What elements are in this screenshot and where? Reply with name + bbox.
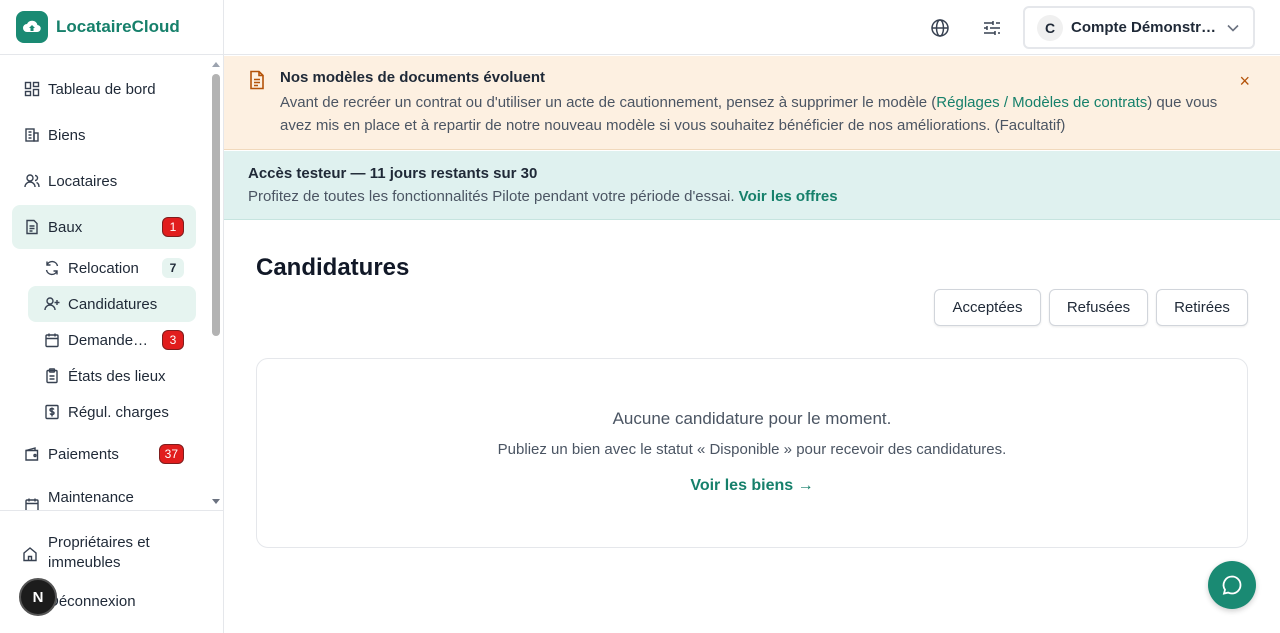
dollar-icon bbox=[44, 404, 60, 420]
sidebar: LocataireCloud Tableau de bord Biens Loc… bbox=[0, 0, 224, 633]
building-icon bbox=[24, 127, 40, 143]
sidebar-subitem-regul-charges[interactable]: Régul. charges bbox=[28, 394, 196, 430]
sidebar-subitem-etats-des-lieux[interactable]: États des lieux bbox=[28, 358, 196, 394]
sidebar-item-paiements[interactable]: Paiements 37 bbox=[12, 432, 196, 476]
trial-title: Accès testeur — 11 jours restants sur 30 bbox=[248, 165, 538, 182]
sidebar-subitem-relocation[interactable]: Relocation 7 bbox=[28, 250, 196, 286]
home-icon bbox=[22, 546, 38, 562]
scroll-down-arrow-icon[interactable] bbox=[212, 499, 220, 504]
banner-text: Avant de recréer un contrat ou d'utilise… bbox=[280, 91, 1240, 137]
sidebar-item-label: États des lieux bbox=[68, 367, 166, 385]
empty-state-title: Aucune candidature pour le moment. bbox=[612, 409, 892, 428]
user-plus-icon bbox=[44, 296, 60, 312]
account-name: Compte Démonstration bbox=[1071, 19, 1219, 36]
clipboard-icon bbox=[44, 368, 60, 384]
empty-state-card: Aucune candidature pour le moment. Publi… bbox=[256, 358, 1248, 548]
count-badge: 7 bbox=[162, 258, 184, 278]
brand[interactable]: LocataireCloud bbox=[0, 0, 223, 55]
sidebar-item-label: Propriétaires et immeubles bbox=[48, 534, 150, 571]
empty-state-subtitle: Publiez un bien avec le statut « Disponi… bbox=[497, 441, 1007, 458]
sidebar-item-label: Maintenance bbox=[48, 489, 134, 506]
sidebar-item-biens[interactable]: Biens bbox=[12, 113, 196, 157]
banner-text-before: Avant de recréer un contrat ou d'utilise… bbox=[280, 94, 937, 111]
trial-text: Profitez de toutes les fonctionnalités P… bbox=[248, 188, 838, 205]
page-title: Candidatures bbox=[256, 254, 410, 281]
sidebar-scrollbar[interactable] bbox=[210, 56, 222, 510]
sidebar-subitem-demandes[interactable]: Demande… 3 bbox=[28, 322, 196, 358]
sidebar-item-label: Locataires bbox=[48, 172, 118, 190]
users-icon bbox=[24, 173, 40, 189]
scrollbar-thumb[interactable] bbox=[212, 74, 220, 336]
sidebar-item-baux[interactable]: Baux 1 bbox=[12, 205, 196, 249]
sidebar-item-owners[interactable]: Propriétaires et immeubles bbox=[22, 533, 202, 573]
sidebar-item-label: Tableau de bord bbox=[48, 80, 156, 98]
contract-templates-link[interactable]: Réglages / Modèles de contrats bbox=[936, 94, 1147, 111]
account-switcher[interactable]: C Compte Démonstration bbox=[1023, 6, 1255, 49]
sidebar-subitem-candidatures[interactable]: Candidatures bbox=[28, 286, 196, 322]
chevron-down-icon bbox=[1227, 19, 1239, 37]
refresh-icon bbox=[44, 260, 60, 276]
wallet-icon bbox=[24, 446, 40, 462]
settings-sliders-icon[interactable] bbox=[977, 13, 1007, 43]
sidebar-item-label: Biens bbox=[48, 126, 86, 144]
sidebar-item-dashboard[interactable]: Tableau de bord bbox=[12, 67, 196, 111]
document-text-icon bbox=[248, 70, 266, 95]
close-icon[interactable]: × bbox=[1239, 72, 1250, 90]
calendar-icon bbox=[24, 497, 40, 510]
sidebar-nav: Tableau de bord Biens Locataires Baux 1 … bbox=[0, 56, 210, 510]
globe-icon[interactable] bbox=[925, 13, 955, 43]
trial-banner: Accès testeur — 11 jours restants sur 30… bbox=[224, 151, 1280, 220]
document-icon bbox=[24, 219, 40, 235]
sidebar-item-maintenance[interactable]: Maintenance bbox=[12, 476, 196, 510]
logout-link[interactable]: Déconnexion bbox=[48, 593, 136, 610]
user-avatar[interactable]: N bbox=[19, 578, 57, 616]
filter-refused-button[interactable]: Refusées bbox=[1049, 289, 1148, 326]
sidebar-item-label: Candidatures bbox=[68, 295, 158, 313]
sidebar-item-label: Paiements bbox=[48, 445, 119, 463]
sidebar-item-label: Baux bbox=[48, 218, 83, 236]
notification-badge: 3 bbox=[162, 330, 184, 350]
filter-withdrawn-button[interactable]: Retirées bbox=[1156, 289, 1248, 326]
filter-accepted-button[interactable]: Acceptées bbox=[934, 289, 1041, 326]
calendar-icon bbox=[44, 332, 60, 348]
dashboard-icon bbox=[24, 81, 40, 97]
top-header: C Compte Démonstration bbox=[224, 0, 1280, 55]
scroll-up-arrow-icon[interactable] bbox=[212, 62, 220, 67]
chat-icon[interactable] bbox=[1208, 561, 1256, 609]
view-properties-link[interactable]: Voir les biens → bbox=[257, 477, 1247, 495]
sidebar-item-label: Demande… bbox=[68, 331, 149, 349]
documents-update-banner: Nos modèles de documents évoluent Avant … bbox=[224, 56, 1280, 150]
sidebar-item-locataires[interactable]: Locataires bbox=[12, 159, 196, 203]
account-avatar: C bbox=[1037, 14, 1063, 41]
notification-badge: 37 bbox=[158, 444, 184, 464]
trial-description: Profitez de toutes les fonctionnalités P… bbox=[248, 188, 735, 205]
notification-badge: 1 bbox=[162, 217, 184, 237]
cloud-home-logo-icon bbox=[16, 11, 48, 43]
sidebar-item-label: Relocation bbox=[68, 259, 139, 277]
sidebar-item-label: Régul. charges bbox=[68, 403, 169, 421]
brand-name: LocataireCloud bbox=[56, 17, 180, 36]
banner-title: Nos modèles de documents évoluent bbox=[280, 69, 546, 86]
view-offers-link[interactable]: Voir les offres bbox=[739, 188, 838, 205]
